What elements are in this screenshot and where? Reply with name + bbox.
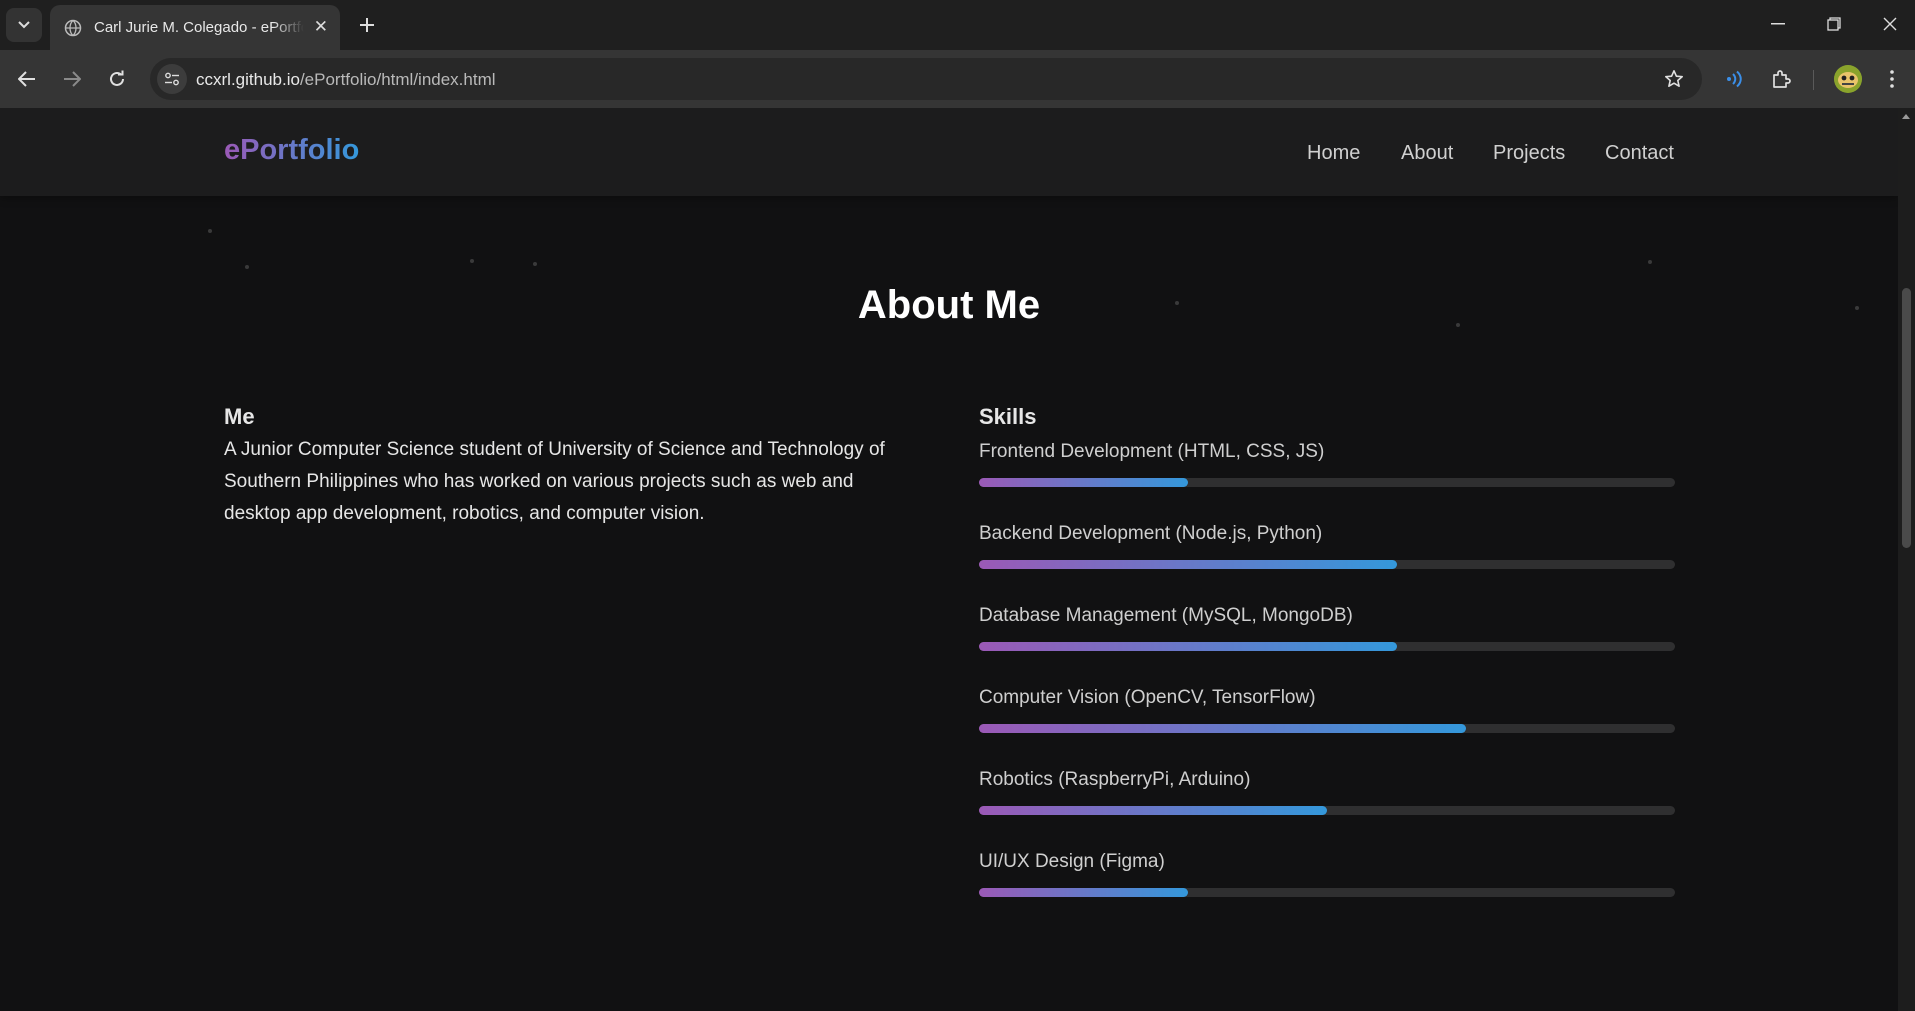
skill-label: Computer Vision (OpenCV, TensorFlow) bbox=[979, 687, 1316, 708]
brand-logo[interactable]: ePortfolio bbox=[224, 134, 359, 167]
skill-label: Database Management (MySQL, MongoDB) bbox=[979, 605, 1353, 626]
globe-icon bbox=[64, 19, 82, 37]
me-heading: Me bbox=[224, 404, 255, 429]
page-viewport: ePortfolio Home About Projects Contact A… bbox=[0, 108, 1898, 1011]
skill-progress-track bbox=[979, 560, 1675, 569]
skill-item: Robotics (RaspberryPi, Arduino) bbox=[979, 769, 1675, 815]
scroll-up-icon[interactable] bbox=[1902, 114, 1910, 119]
page-scrollbar[interactable] bbox=[1898, 108, 1915, 1011]
url-text[interactable]: ccxrl.github.io/ePortfolio/html/index.ht… bbox=[196, 70, 496, 90]
background-particle bbox=[1648, 260, 1652, 264]
skill-progress-fill bbox=[979, 724, 1467, 733]
skill-item: Backend Development (Node.js, Python) bbox=[979, 523, 1675, 569]
skill-progress-track bbox=[979, 478, 1675, 487]
extensions-icon[interactable] bbox=[1766, 64, 1796, 94]
active-tab[interactable]: Carl Jurie M. Colegado - ePortfolio ✕ bbox=[50, 5, 340, 50]
site-info-icon[interactable] bbox=[157, 64, 187, 94]
nav-link-projects[interactable]: Projects bbox=[1493, 142, 1565, 165]
toolbar-divider bbox=[1813, 70, 1814, 90]
tab-strip: Carl Jurie M. Colegado - ePortfolio ✕ bbox=[0, 0, 1915, 50]
read-aloud-icon[interactable] bbox=[1720, 64, 1750, 94]
close-icon[interactable]: ✕ bbox=[314, 18, 328, 35]
skill-progress-fill bbox=[979, 806, 1327, 815]
skill-item: Database Management (MySQL, MongoDB) bbox=[979, 605, 1675, 651]
skill-progress-fill bbox=[979, 478, 1188, 487]
more-icon[interactable] bbox=[1877, 64, 1907, 94]
skill-item: UI/UX Design (Figma) bbox=[979, 851, 1675, 897]
url-path: /ePortfolio/html/index.html bbox=[299, 70, 496, 89]
background-particle bbox=[470, 259, 474, 263]
skills-heading: Skills bbox=[979, 404, 1037, 429]
tab-title: Carl Jurie M. Colegado - ePortfolio bbox=[94, 19, 304, 36]
skill-progress-track bbox=[979, 806, 1675, 815]
plus-icon[interactable] bbox=[352, 10, 382, 40]
background-particle bbox=[208, 229, 212, 233]
skill-progress-track bbox=[979, 724, 1675, 733]
tab-search-icon[interactable] bbox=[6, 8, 42, 42]
skill-progress-track bbox=[979, 642, 1675, 651]
skill-label: Robotics (RaspberryPi, Arduino) bbox=[979, 769, 1251, 790]
nav-link-contact[interactable]: Contact bbox=[1605, 142, 1674, 165]
site-header: ePortfolio Home About Projects Contact bbox=[0, 108, 1898, 196]
url-host: ccxrl.github.io bbox=[196, 70, 300, 89]
skill-label: Backend Development (Node.js, Python) bbox=[979, 523, 1323, 544]
scroll-thumb[interactable] bbox=[1902, 288, 1911, 548]
back-icon[interactable] bbox=[12, 64, 42, 94]
forward-icon[interactable] bbox=[57, 64, 87, 94]
background-particle bbox=[533, 262, 537, 266]
skill-label: UI/UX Design (Figma) bbox=[979, 851, 1165, 872]
nav-link-about[interactable]: About bbox=[1401, 142, 1453, 165]
skill-label: Frontend Development (HTML, CSS, JS) bbox=[979, 441, 1325, 462]
skill-progress-fill bbox=[979, 888, 1188, 897]
star-icon[interactable] bbox=[1664, 69, 1684, 94]
background-particle bbox=[245, 265, 249, 269]
nav-link-home[interactable]: Home bbox=[1307, 142, 1360, 165]
restore-icon[interactable] bbox=[1806, 0, 1862, 48]
browser-toolbar: ccxrl.github.io/ePortfolio/html/index.ht… bbox=[0, 50, 1915, 108]
minimize-icon[interactable] bbox=[1750, 0, 1806, 48]
reload-icon[interactable] bbox=[102, 64, 132, 94]
skill-item: Computer Vision (OpenCV, TensorFlow) bbox=[979, 687, 1675, 733]
skill-progress-fill bbox=[979, 560, 1397, 569]
skill-progress-track bbox=[979, 888, 1675, 897]
about-paragraph: A Junior Computer Science student of Uni… bbox=[224, 439, 885, 524]
skill-progress-fill bbox=[979, 642, 1397, 651]
avatar[interactable] bbox=[1834, 65, 1862, 93]
window-close-icon[interactable] bbox=[1862, 0, 1915, 48]
section-title: About Me bbox=[857, 283, 1041, 327]
address-bar[interactable]: ccxrl.github.io/ePortfolio/html/index.ht… bbox=[150, 58, 1702, 100]
skill-item: Frontend Development (HTML, CSS, JS) bbox=[979, 441, 1675, 487]
